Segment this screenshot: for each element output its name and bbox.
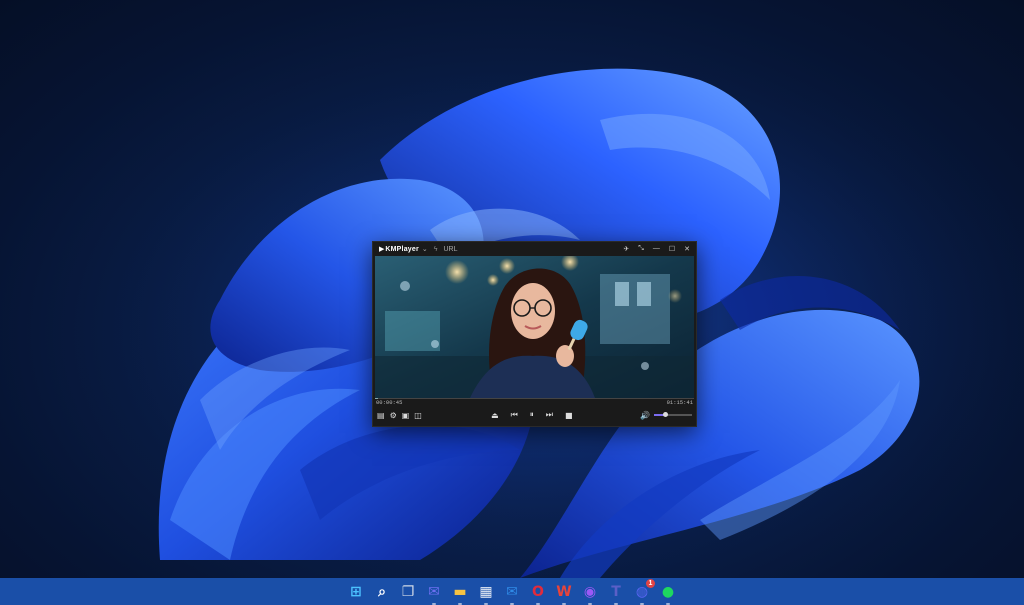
chat-icon[interactable]: ✉ [424,582,444,605]
running-indicator [484,602,488,605]
minimize-button[interactable]: — [653,245,660,253]
search-icon[interactable]: ⌕ [372,582,392,602]
messenger-icon[interactable]: ◉ [580,582,600,605]
elapsed-time: 00:00:45 [376,399,403,406]
control-bar: ▤ ⚙ ▣ ◫ ⏏ ⏮ ⏸ ⏭ ■ 🔊 [373,407,696,423]
running-indicator [432,602,436,605]
next-button[interactable]: ⏭ [546,410,553,420]
volume-slider[interactable] [654,412,692,417]
teams-icon[interactable]: T [606,582,626,605]
store-icon[interactable]: ▦ [476,582,496,605]
capture-icon[interactable]: ▣ [402,411,410,420]
running-indicator [536,602,540,605]
running-indicator [640,602,644,605]
playlist-icon[interactable]: ▤ [377,411,385,420]
pin-icon[interactable]: ✈ [623,245,629,253]
task-view-icon[interactable]: ❐ [398,582,418,602]
wps-office-icon[interactable]: W [554,582,574,605]
url-button[interactable]: URL [444,246,458,253]
running-indicator [588,602,592,605]
notification-badge: 1 [646,578,655,588]
running-indicator [510,602,514,605]
total-time: 01:15:41 [666,399,693,406]
discord-icon[interactable]: ◍ 1 [632,578,655,605]
maximize-button[interactable]: ☐ [669,245,675,253]
running-indicator [562,602,566,605]
compact-mode-icon[interactable]: ⤡ [638,245,644,253]
close-button[interactable]: ✕ [684,245,690,253]
taskbar: ⊞ ⌕ ❐ ✉ ▬ ▦ ✉ O W ◉ T ◍ 1 ● [0,578,1024,605]
kmplayer-logo-icon: ▶ [379,246,385,253]
app-title: KMPlayer [385,245,419,253]
file-explorer-icon[interactable]: ▬ [450,582,470,605]
previous-button[interactable]: ⏮ [511,410,518,420]
lightning-icon[interactable]: ϟ [434,246,438,253]
volume-icon[interactable]: 🔊 [640,411,650,420]
stop-button[interactable]: ■ [565,411,573,420]
opera-icon[interactable]: O [528,582,548,605]
eject-button[interactable]: ⏏ [491,411,499,420]
video-display[interactable] [375,256,694,398]
running-indicator [666,602,670,605]
kmplayer-window[interactable]: ▶ KMPlayer ⌄ ϟ URL ✈ ⤡ — ☐ ✕ 00:00:45 01… [372,241,697,427]
settings-icon[interactable]: ⚙ [390,411,397,420]
time-bar: 00:00:45 01:15:41 [373,398,696,407]
kmplayer-titlebar[interactable]: ▶ KMPlayer ⌄ ϟ URL ✈ ⤡ — ☐ ✕ [373,242,696,256]
seek-bar[interactable] [375,398,694,399]
menu-chevron-icon[interactable]: ⌄ [422,245,428,253]
running-indicator [614,602,618,605]
start-icon[interactable]: ⊞ [346,582,366,602]
vr-3d-icon[interactable]: ◫ [414,411,422,420]
spotify-icon[interactable]: ● [658,582,678,605]
running-indicator [458,602,462,605]
mail-icon[interactable]: ✉ [502,582,522,605]
pause-button[interactable]: ⏸ [530,410,534,420]
